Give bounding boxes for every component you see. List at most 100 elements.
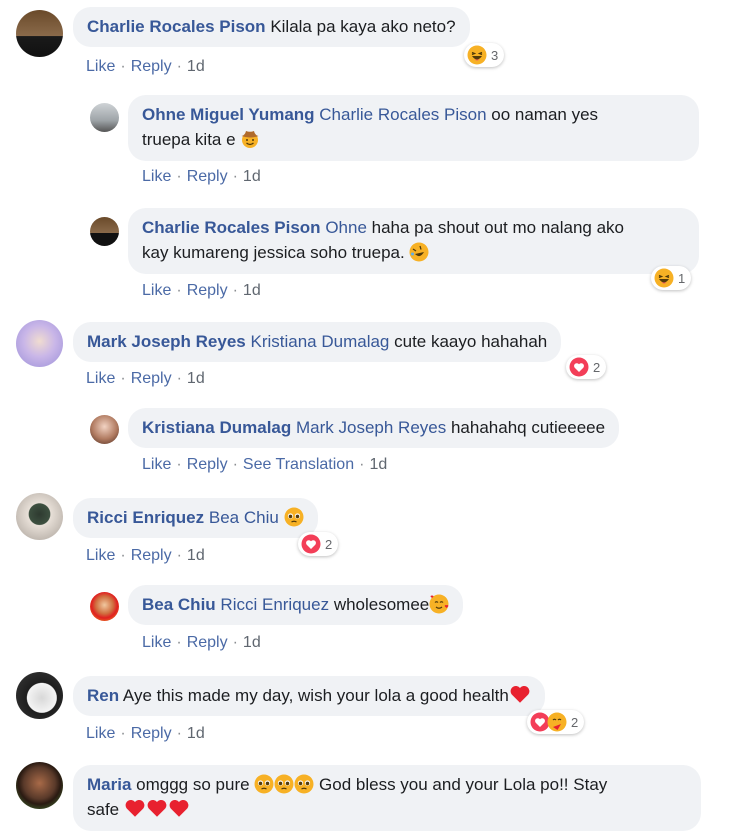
- reply-link[interactable]: Reply: [187, 282, 228, 299]
- cowboy-face-icon: [240, 129, 260, 149]
- timestamp[interactable]: 1d: [243, 634, 261, 651]
- mention-link[interactable]: Mark Joseph Reyes: [296, 418, 446, 437]
- timestamp[interactable]: 1d: [187, 725, 205, 742]
- comment-bubble: Mark Joseph Reyes Kristiana Dumalag cute…: [73, 322, 562, 362]
- comment-bubble: Maria omggg so pure God bless you and yo…: [73, 765, 701, 831]
- reaction-badge[interactable]: 2: [527, 710, 585, 734]
- avatar[interactable]: [16, 672, 63, 719]
- like-link[interactable]: Like: [86, 547, 115, 564]
- comment-bubble: Ren Aye this made my day, wish your lola…: [73, 676, 545, 716]
- comment-bubble: Charlie Rocales Pison Kilala pa kaya ako…: [73, 7, 470, 47]
- reply-link[interactable]: Reply: [131, 725, 172, 742]
- mention-link[interactable]: Charlie Rocales Pison: [319, 105, 486, 124]
- comment-actions: Like · Reply · 1d: [142, 168, 261, 185]
- mention-link[interactable]: Kristiana Dumalag: [250, 332, 389, 351]
- comment-bubble: Ricci Enriquez Bea Chiu: [73, 498, 318, 538]
- reaction-count: 3: [491, 47, 499, 63]
- comment-text-line2: truepa kita e: [142, 130, 236, 149]
- reply-link[interactable]: Reply: [187, 456, 228, 473]
- comment-actions: Like · Reply · 1d: [86, 547, 205, 564]
- reply-link[interactable]: Reply: [131, 547, 172, 564]
- comment-author[interactable]: Ren: [87, 686, 119, 705]
- comment-author[interactable]: Bea Chiu: [142, 595, 216, 614]
- reply-link[interactable]: Reply: [187, 634, 228, 651]
- comment-bubble: Ohne Miguel Yumang Charlie Rocales Pison…: [128, 95, 699, 161]
- like-link[interactable]: Like: [86, 370, 115, 387]
- reply-link[interactable]: Reply: [187, 168, 228, 185]
- comment-text: haha pa shout out mo nalang ako: [371, 218, 625, 237]
- avatar[interactable]: [16, 320, 63, 367]
- comment-text: omggg so pure: [136, 775, 250, 794]
- pleading-face-icon: [294, 774, 314, 794]
- comment-author[interactable]: Ricci Enriquez: [87, 508, 204, 527]
- comment-author[interactable]: Kristiana Dumalag: [142, 418, 291, 437]
- comment-actions: Like · Reply · 1d: [86, 725, 205, 742]
- comment-text: hahahahq cutieeeee: [450, 418, 606, 437]
- mention-link[interactable]: Bea Chiu: [209, 508, 279, 527]
- red-heart-icon: [124, 797, 146, 819]
- comment-text-line2: safe: [87, 800, 120, 819]
- comment-text: Kilala pa kaya ako neto?: [270, 17, 456, 36]
- comment-text-cont: God bless you and your Lola po!! Stay: [319, 775, 608, 794]
- comment-text: cute kaayo hahahah: [394, 332, 548, 351]
- timestamp[interactable]: 1d: [187, 58, 205, 75]
- comment-actions: Like · Reply · 1d: [142, 282, 261, 299]
- reaction-count: 1: [678, 270, 686, 286]
- avatar[interactable]: [16, 493, 63, 540]
- rofl-icon: [409, 242, 429, 262]
- red-heart-icon: [509, 683, 531, 705]
- like-link[interactable]: Like: [142, 456, 171, 473]
- see-translation-link[interactable]: See Translation: [243, 456, 354, 473]
- timestamp[interactable]: 1d: [187, 547, 205, 564]
- comment-author[interactable]: Mark Joseph Reyes: [87, 332, 246, 351]
- haha-icon: [654, 268, 674, 288]
- timestamp[interactable]: 1d: [187, 370, 205, 387]
- reaction-count: 2: [571, 714, 579, 730]
- like-link[interactable]: Like: [142, 168, 171, 185]
- comment-text: Aye this made my day, wish your lola a g…: [122, 686, 509, 705]
- avatar[interactable]: [16, 10, 63, 57]
- timestamp[interactable]: 1d: [243, 282, 261, 299]
- comment-bubble: Charlie Rocales Pison Ohne haha pa shout…: [128, 208, 699, 274]
- comment-author[interactable]: Charlie Rocales Pison: [142, 218, 321, 237]
- mention-link[interactable]: Ohne: [325, 218, 367, 237]
- pleading-face-icon: [274, 774, 294, 794]
- love-icon: [301, 534, 321, 554]
- pleading-face-icon: [284, 507, 304, 527]
- haha-icon: [467, 45, 487, 65]
- timestamp[interactable]: 1d: [369, 456, 387, 473]
- comment-bubble: Bea Chiu Ricci Enriquez wholesomee: [128, 585, 464, 625]
- comment-actions: Like · Reply · 1d: [142, 634, 261, 651]
- avatar[interactable]: [90, 217, 119, 246]
- like-link[interactable]: Like: [86, 725, 115, 742]
- reaction-badge[interactable]: 3: [464, 43, 505, 67]
- comment-author[interactable]: Maria: [87, 775, 131, 794]
- red-heart-icon: [146, 797, 168, 819]
- avatar[interactable]: [90, 415, 119, 444]
- like-link[interactable]: Like: [142, 282, 171, 299]
- reply-link[interactable]: Reply: [131, 370, 172, 387]
- smiling-face-with-hearts-icon: [429, 594, 449, 614]
- reply-link[interactable]: Reply: [131, 58, 172, 75]
- comment-author[interactable]: Charlie Rocales Pison: [87, 17, 266, 36]
- comment-bubble: Kristiana Dumalag Mark Joseph Reyes haha…: [128, 408, 620, 448]
- avatar[interactable]: [90, 592, 119, 621]
- avatar[interactable]: [16, 762, 63, 809]
- comment-author[interactable]: Ohne Miguel Yumang: [142, 105, 315, 124]
- comment-text: wholesomee: [333, 595, 430, 614]
- reaction-badge[interactable]: 2: [566, 355, 607, 379]
- reaction-count: 2: [593, 359, 601, 375]
- avatar[interactable]: [90, 103, 119, 132]
- comment-actions: Like · Reply · 1d: [86, 58, 205, 75]
- like-link[interactable]: Like: [142, 634, 171, 651]
- comment-text-line2: kay kumareng jessica soho truepa.: [142, 243, 405, 262]
- comment-text: oo naman yes: [491, 105, 599, 124]
- like-link[interactable]: Like: [86, 58, 115, 75]
- reaction-count: 2: [325, 536, 333, 552]
- pleading-face-icon: [254, 774, 274, 794]
- reaction-badge[interactable]: 1: [651, 266, 692, 290]
- comment-actions: Like · Reply · See Translation · 1d: [142, 456, 388, 473]
- timestamp[interactable]: 1d: [243, 168, 261, 185]
- reaction-badge[interactable]: 2: [298, 532, 339, 556]
- mention-link[interactable]: Ricci Enriquez: [220, 595, 329, 614]
